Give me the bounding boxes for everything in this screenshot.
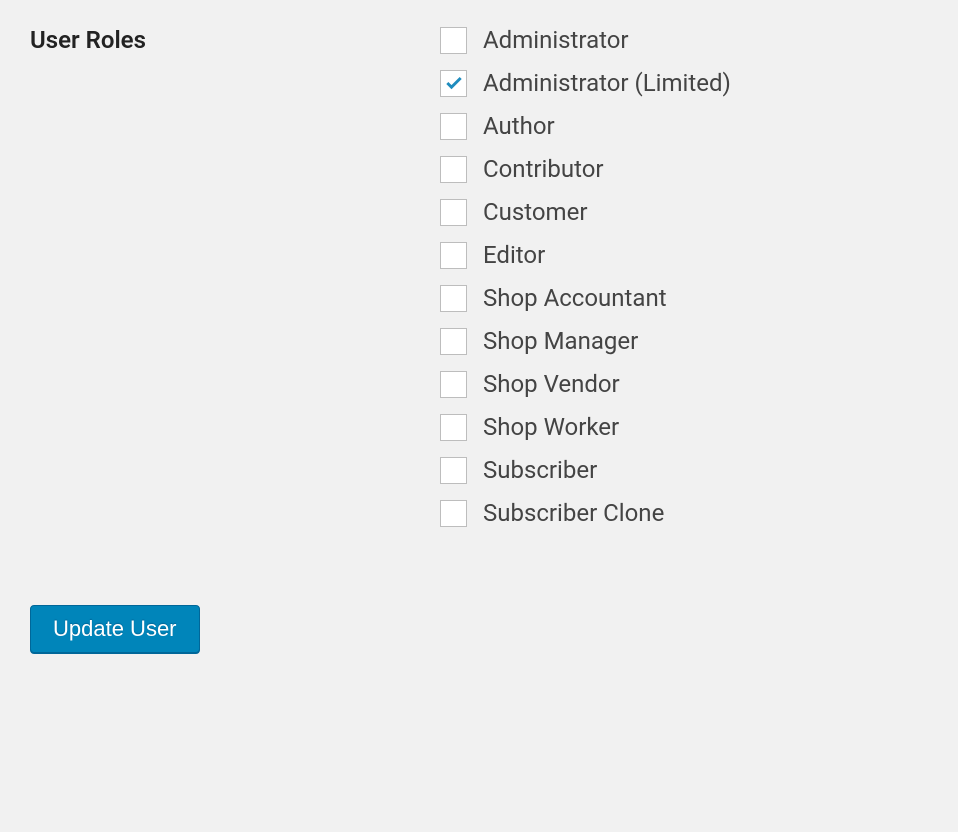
- role-label: Shop Worker: [483, 413, 619, 441]
- role-item[interactable]: Administrator (Limited): [440, 69, 731, 97]
- role-checkbox[interactable]: [440, 156, 467, 183]
- role-label: Shop Manager: [483, 327, 638, 355]
- roles-list: Administrator Administrator (Limited) Auth…: [440, 20, 731, 527]
- role-label: Shop Vendor: [483, 370, 620, 398]
- role-item[interactable]: Subscriber Clone: [440, 499, 731, 527]
- role-item[interactable]: Editor: [440, 241, 731, 269]
- section-label: User Roles: [30, 20, 440, 54]
- role-label: Shop Accountant: [483, 284, 667, 312]
- role-checkbox[interactable]: [440, 457, 467, 484]
- role-label: Contributor: [483, 155, 604, 183]
- role-checkbox[interactable]: [440, 328, 467, 355]
- role-checkbox[interactable]: [440, 113, 467, 140]
- role-label: Customer: [483, 198, 587, 226]
- role-item[interactable]: Shop Accountant: [440, 284, 731, 312]
- role-item[interactable]: Shop Vendor: [440, 370, 731, 398]
- role-item[interactable]: Subscriber: [440, 456, 731, 484]
- role-checkbox[interactable]: [440, 285, 467, 312]
- role-item[interactable]: Shop Manager: [440, 327, 731, 355]
- role-checkbox[interactable]: [440, 199, 467, 226]
- role-label: Editor: [483, 241, 545, 269]
- role-label: Administrator: [483, 26, 629, 54]
- role-checkbox[interactable]: [440, 371, 467, 398]
- role-item[interactable]: Author: [440, 112, 731, 140]
- check-icon: [444, 73, 464, 93]
- user-roles-row: User Roles Administrator Administrator (L…: [30, 20, 928, 527]
- update-user-button[interactable]: Update User: [30, 605, 200, 653]
- role-label: Administrator (Limited): [483, 69, 731, 97]
- role-item[interactable]: Administrator: [440, 26, 731, 54]
- role-checkbox[interactable]: [440, 414, 467, 441]
- role-checkbox[interactable]: [440, 500, 467, 527]
- role-label: Author: [483, 112, 555, 140]
- role-checkbox[interactable]: [440, 242, 467, 269]
- role-item[interactable]: Shop Worker: [440, 413, 731, 441]
- role-checkbox[interactable]: [440, 70, 467, 97]
- role-checkbox[interactable]: [440, 27, 467, 54]
- role-label: Subscriber Clone: [483, 499, 664, 527]
- role-item[interactable]: Contributor: [440, 155, 731, 183]
- role-label: Subscriber: [483, 456, 597, 484]
- role-item[interactable]: Customer: [440, 198, 731, 226]
